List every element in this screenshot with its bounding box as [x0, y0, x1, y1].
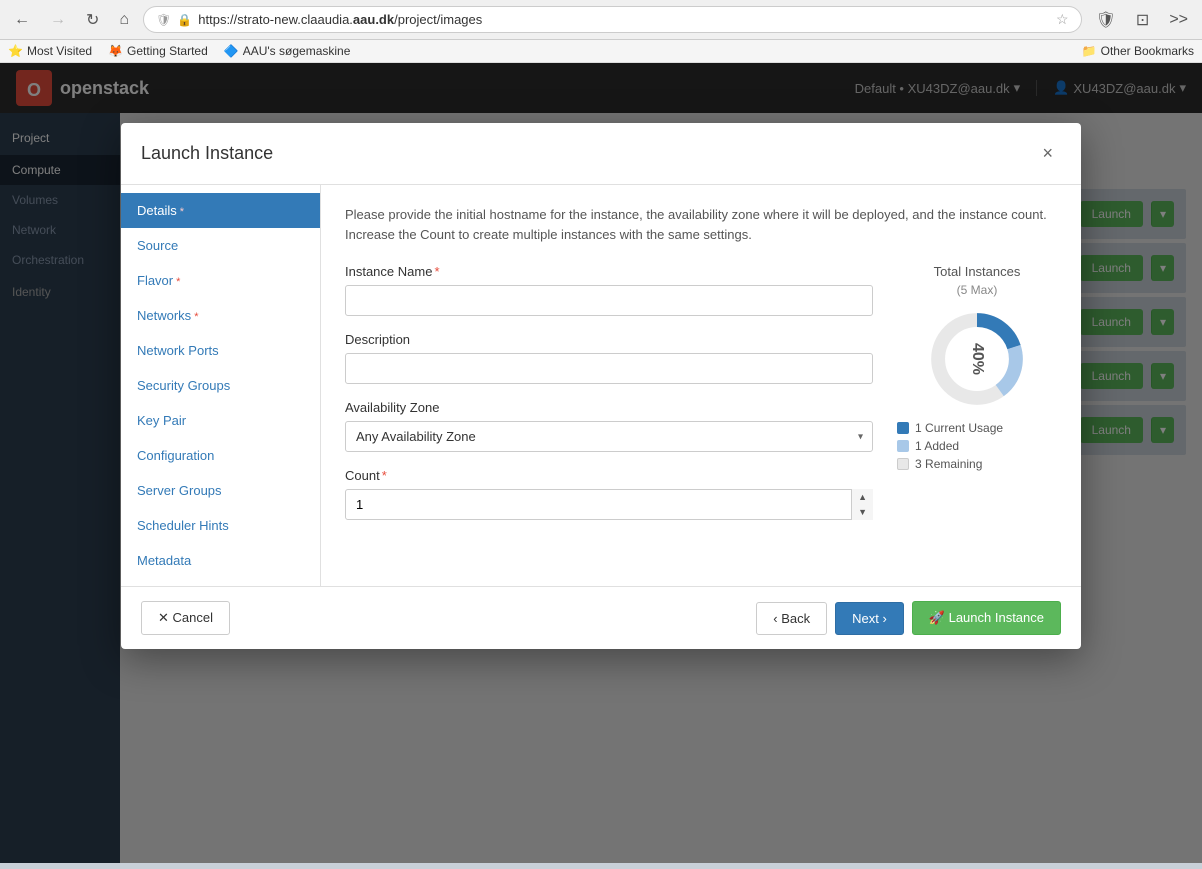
description-input[interactable] — [345, 353, 873, 384]
back-button[interactable]: ‹ Back — [756, 602, 827, 635]
modal-close-button[interactable]: × — [1034, 139, 1061, 168]
other-bookmarks[interactable]: 📁 Other Bookmarks — [1082, 44, 1194, 58]
shield-action-icon[interactable]: 🛡 — [1090, 8, 1122, 32]
count-decrement-button[interactable]: ▼ — [852, 505, 873, 521]
availability-zone-select[interactable]: Any Availability Zone nova — [345, 421, 873, 452]
count-input[interactable] — [345, 489, 873, 520]
modal-title: Launch Instance — [141, 143, 273, 164]
bookmark-getting-started[interactable]: 🦊 Getting Started — [108, 44, 208, 58]
modal-nav-network-ports[interactable]: Network Ports — [121, 333, 320, 368]
modal-nav-source[interactable]: Source — [121, 228, 320, 263]
shield-icon: 🛡 — [156, 13, 171, 27]
launch-instance-button[interactable]: 🚀 Launch Instance — [912, 601, 1061, 635]
instance-name-input[interactable] — [345, 285, 873, 316]
legend-dot-added — [897, 440, 909, 452]
modal-nav-metadata[interactable]: Metadata — [121, 543, 320, 578]
reload-button[interactable]: ↻ — [80, 8, 105, 32]
description-group: Description — [345, 332, 873, 384]
launch-instance-modal: Launch Instance × Details* Source Flavor… — [121, 123, 1081, 649]
form-and-chart: Instance Name* Description — [345, 264, 1057, 520]
instance-name-label: Instance Name* — [345, 264, 873, 279]
lock-icon: 🔒 — [177, 13, 192, 27]
address-bar[interactable]: 🛡 🔒 https://strato-new.claaudia.aau.dk/p… — [143, 6, 1082, 33]
count-input-wrapper: ▲ ▼ — [345, 489, 873, 520]
chart-legend: 1 Current Usage 1 Added 3 Remaining — [897, 421, 1057, 471]
modal-footer-right: ‹ Back Next › 🚀 Launch Instance — [756, 601, 1061, 635]
modal-description: Please provide the initial hostname for … — [345, 205, 1057, 244]
modal-nav-configuration[interactable]: Configuration — [121, 438, 320, 473]
forward-button[interactable]: → — [44, 9, 72, 31]
bookmarks-bar: ⭐ Most Visited 🦊 Getting Started 🔷 AAU's… — [0, 40, 1202, 63]
bookmark-most-visited[interactable]: ⭐ Most Visited — [8, 44, 92, 58]
form-fields: Instance Name* Description — [345, 264, 873, 520]
chart-title: Total Instances — [897, 264, 1057, 279]
modal-nav-key-pair[interactable]: Key Pair — [121, 403, 320, 438]
reader-mode-icon[interactable]: ⊡ — [1130, 8, 1155, 32]
modal-nav-server-groups[interactable]: Server Groups — [121, 473, 320, 508]
browser-toolbar: ← → ↻ ⌂ 🛡 🔒 https://strato-new.claaudia.… — [0, 0, 1202, 40]
modal-overlay: Launch Instance × Details* Source Flavor… — [0, 63, 1202, 863]
modal-form-content: Please provide the initial hostname for … — [321, 185, 1081, 586]
cancel-button[interactable]: ✕ Cancel — [141, 601, 230, 635]
modal-nav-details[interactable]: Details* — [121, 193, 320, 228]
availability-zone-group: Availability Zone Any Availability Zone … — [345, 400, 873, 452]
count-label: Count* — [345, 468, 873, 483]
more-tools-icon[interactable]: >> — [1163, 9, 1194, 31]
modal-body: Details* Source Flavor* Networks* Networ… — [121, 185, 1081, 586]
legend-added: 1 Added — [897, 439, 1057, 453]
modal-sidebar-nav: Details* Source Flavor* Networks* Networ… — [121, 185, 321, 586]
modal-header: Launch Instance × — [121, 123, 1081, 185]
folder-icon: 📁 — [1082, 44, 1097, 58]
count-increment-button[interactable]: ▲ — [852, 489, 873, 505]
instance-name-group: Instance Name* — [345, 264, 873, 316]
firefox-icon: 🦊 — [108, 44, 123, 58]
donut-percentage-label: 40% — [968, 343, 986, 375]
modal-nav-security-groups[interactable]: Security Groups — [121, 368, 320, 403]
bookmark-aau-search[interactable]: 🔷 AAU's søgemaskine — [224, 44, 351, 58]
star-icon: ⭐ — [8, 44, 23, 58]
modal-nav-scheduler-hints[interactable]: Scheduler Hints — [121, 508, 320, 543]
home-button[interactable]: ⌂ — [113, 9, 135, 31]
aau-icon: 🔷 — [224, 44, 239, 58]
total-instances-chart: Total Instances (5 Max) — [897, 264, 1057, 520]
browser-actions: 🛡 ⊡ >> — [1090, 8, 1194, 32]
rocket-icon: 🚀 — [929, 610, 945, 625]
availability-zone-label: Availability Zone — [345, 400, 873, 415]
legend-remaining: 3 Remaining — [897, 457, 1057, 471]
modal-footer-left: ✕ Cancel — [141, 601, 230, 635]
modal-nav-flavor[interactable]: Flavor* — [121, 263, 320, 298]
availability-zone-select-wrapper: Any Availability Zone nova ▾ — [345, 421, 873, 452]
url-display: https://strato-new.claaudia.aau.dk/proje… — [198, 12, 1050, 27]
legend-current-usage: 1 Current Usage — [897, 421, 1057, 435]
description-label: Description — [345, 332, 873, 347]
legend-dot-current — [897, 422, 909, 434]
chart-max-label: (5 Max) — [897, 283, 1057, 297]
next-button[interactable]: Next › — [835, 602, 904, 635]
back-button[interactable]: ← — [8, 9, 36, 31]
modal-nav-networks[interactable]: Networks* — [121, 298, 320, 333]
modal-footer: ✕ Cancel ‹ Back Next › 🚀 Launch Instance — [121, 586, 1081, 649]
count-group: Count* ▲ ▼ — [345, 468, 873, 520]
donut-chart: 40% — [927, 309, 1027, 409]
bookmark-star-icon[interactable]: ☆ — [1056, 11, 1069, 28]
page-content: O openstack Default • XU43DZ@aau.dk ▾ 👤 … — [0, 63, 1202, 863]
count-spinners: ▲ ▼ — [851, 489, 873, 520]
legend-dot-remaining — [897, 458, 909, 470]
